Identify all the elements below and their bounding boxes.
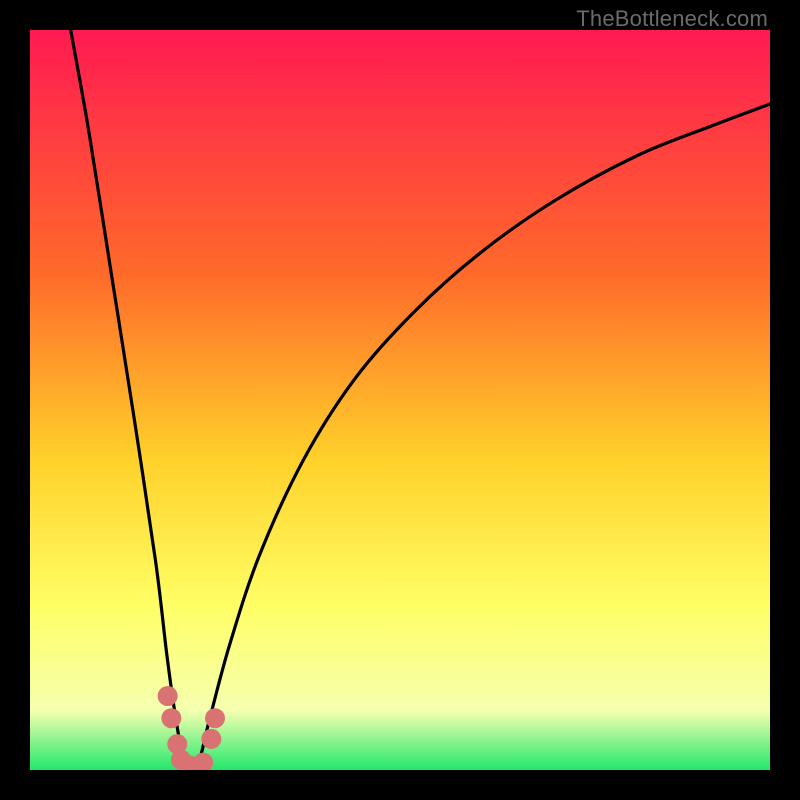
bottleneck-chart — [30, 30, 770, 770]
curve-marker — [158, 686, 178, 706]
curve-marker — [205, 708, 225, 728]
chart-frame — [30, 30, 770, 770]
curve-marker — [161, 708, 181, 728]
gradient-background — [30, 30, 770, 770]
curve-marker — [201, 729, 221, 749]
watermark-text: TheBottleneck.com — [576, 6, 768, 32]
